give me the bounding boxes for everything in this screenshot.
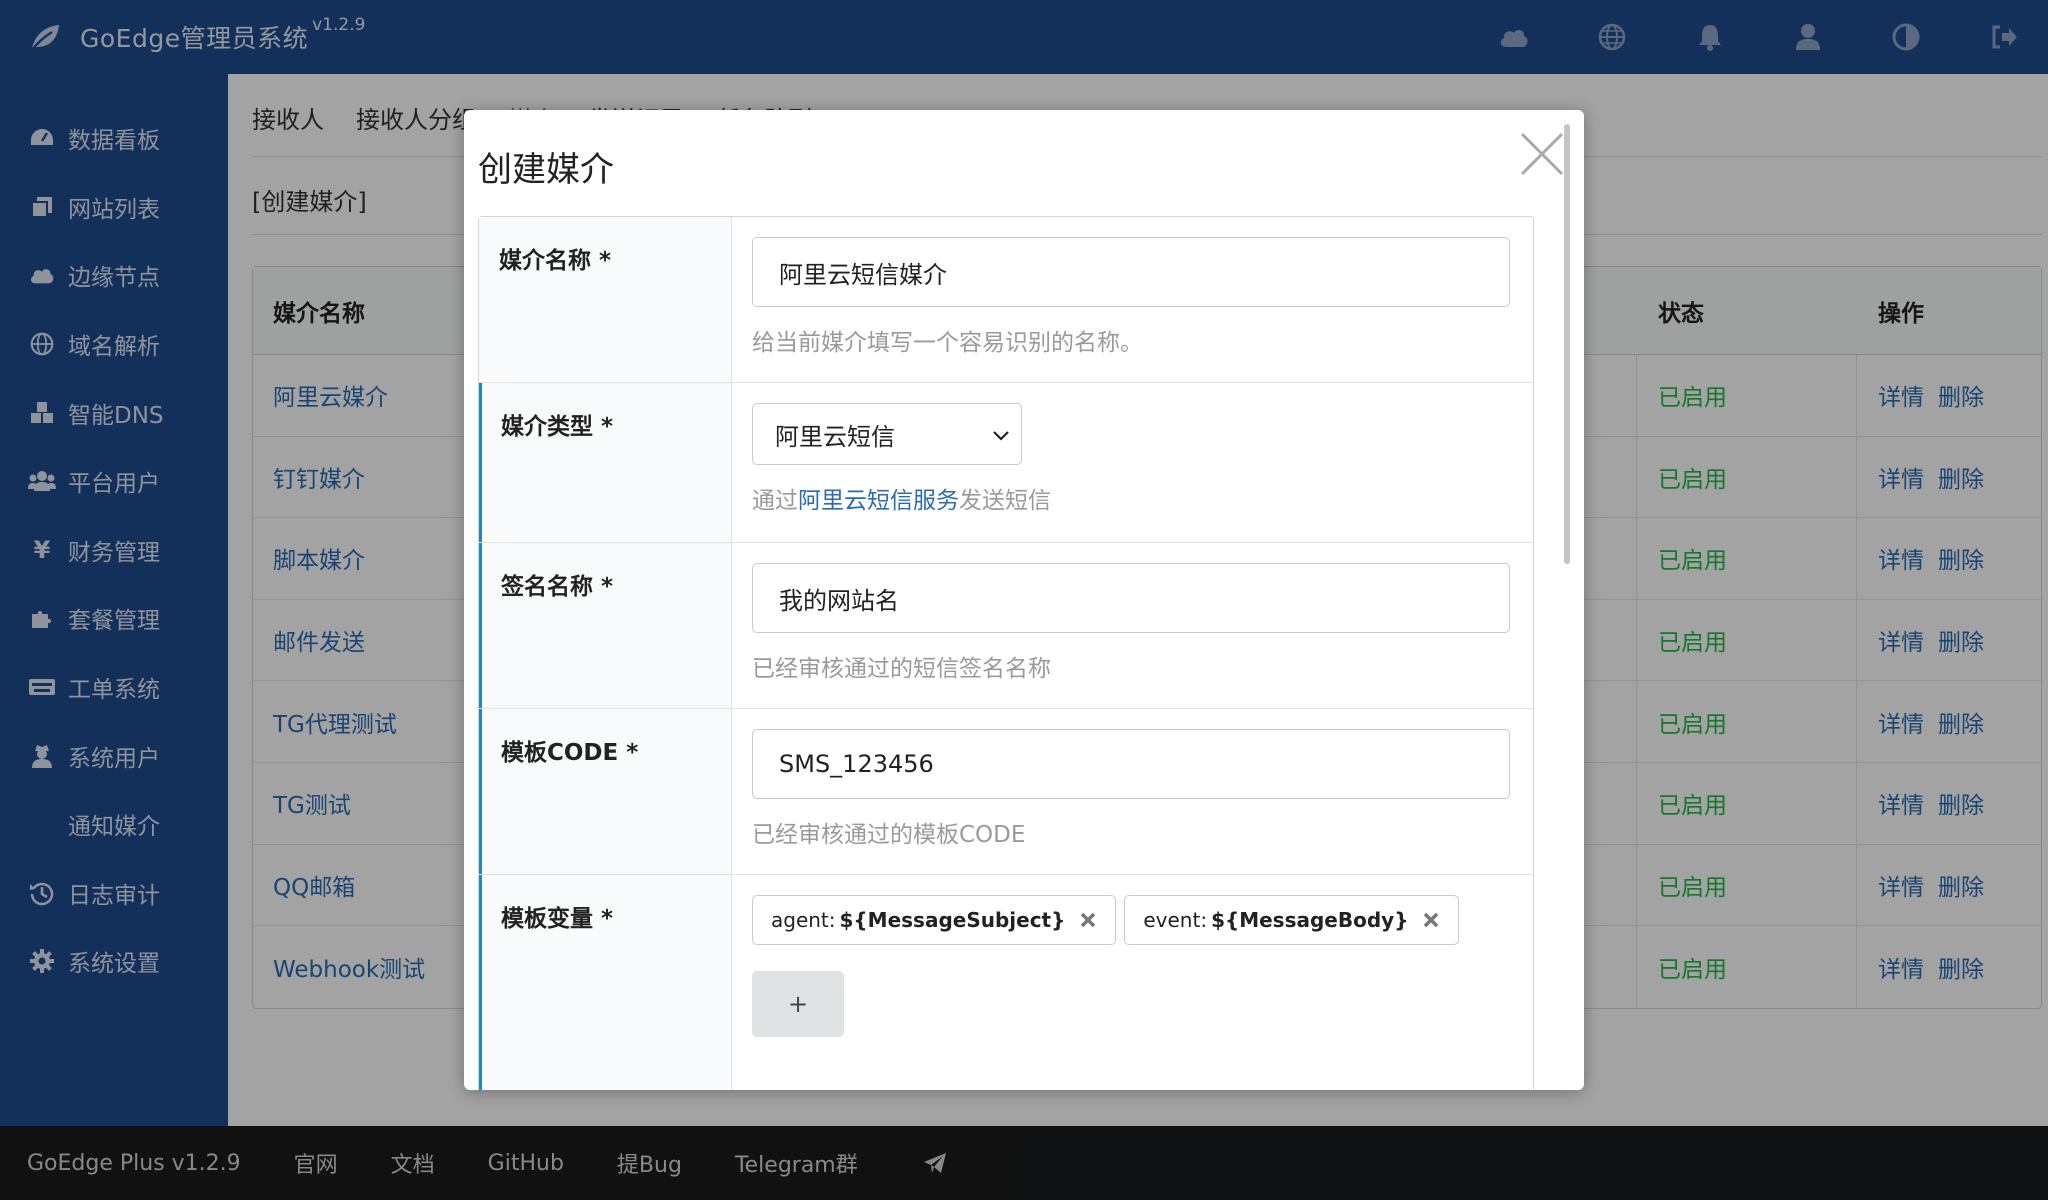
form-row-template: 模板CODE * SMS_123456 已经审核通过的模板CODE	[479, 709, 1533, 875]
field-label: 模板CODE *	[479, 709, 732, 874]
create-media-modal: 创建媒介 媒介名称 * 阿里云短信媒介 给当前媒介填写一个容易识别的名称。 媒介…	[464, 110, 1584, 1090]
sign-name-input[interactable]: 我的网站名	[752, 563, 1510, 633]
hint-suffix: 发送短信	[959, 488, 1051, 514]
modal-title: 创建媒介	[478, 150, 614, 190]
field-hint: 给当前媒介填写一个容易识别的名称。	[752, 330, 1143, 356]
tag-value: ${MessageSubject}	[839, 908, 1066, 932]
modal-scrollbar[interactable]	[1564, 124, 1570, 564]
template-var-tag[interactable]: event: ${MessageBody}	[1124, 895, 1460, 945]
field-label: 媒介名称 *	[479, 217, 732, 382]
field-hint: 通过阿里云短信服务发送短信	[752, 481, 1513, 515]
hint-prefix: 通过	[752, 488, 798, 514]
media-type-select[interactable]: 阿里云短信	[752, 403, 1022, 465]
field-hint: 已经审核通过的短信签名名称	[752, 656, 1051, 682]
form-row-sign: 签名名称 * 我的网站名 已经审核通过的短信签名名称	[479, 543, 1533, 709]
chevron-down-icon	[993, 431, 1009, 441]
field-label: 签名名称 *	[479, 543, 732, 708]
field-hint: 已经审核通过的模板CODE	[752, 822, 1026, 848]
tag-key: event:	[1143, 908, 1208, 932]
close-icon[interactable]	[1518, 130, 1566, 178]
form-row-type: 媒介类型 * 阿里云短信 通过阿里云短信服务发送短信	[479, 383, 1533, 543]
remove-icon[interactable]	[1079, 911, 1097, 929]
tag-key: agent:	[771, 908, 836, 932]
field-label: 媒介类型 *	[479, 383, 732, 542]
media-name-input[interactable]: 阿里云短信媒介	[752, 237, 1510, 307]
template-code-input[interactable]: SMS_123456	[752, 729, 1510, 799]
template-var-tag[interactable]: agent: ${MessageSubject}	[752, 895, 1117, 945]
form-row-vars: 模板变量 * agent: ${MessageSubject} event: $…	[479, 875, 1533, 1090]
aliyun-sms-service-link[interactable]: 阿里云短信服务	[798, 488, 959, 514]
create-media-form: 媒介名称 * 阿里云短信媒介 给当前媒介填写一个容易识别的名称。 媒介类型 * …	[478, 216, 1534, 1090]
field-label: 模板变量 *	[479, 875, 732, 1090]
add-var-button[interactable]: +	[752, 971, 844, 1037]
template-vars: agent: ${MessageSubject} event: ${Messag…	[752, 895, 1513, 945]
select-value: 阿里云短信	[775, 422, 895, 451]
form-row-name: 媒介名称 * 阿里云短信媒介 给当前媒介填写一个容易识别的名称。	[479, 217, 1533, 383]
remove-icon[interactable]	[1422, 911, 1440, 929]
tag-value: ${MessageBody}	[1211, 908, 1409, 932]
